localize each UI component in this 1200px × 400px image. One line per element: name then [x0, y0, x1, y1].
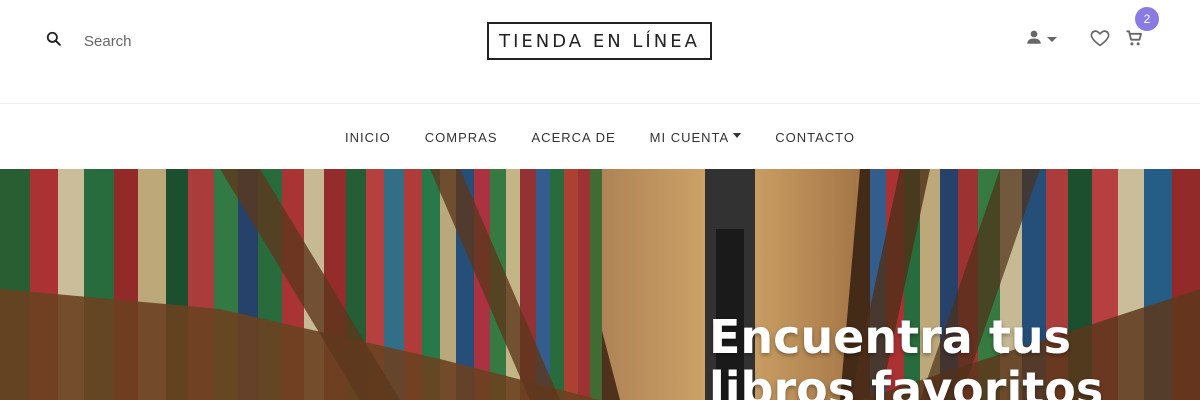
- main-navigation: INICIO COMPRAS ACERCA DE MI CUENTA CONTA…: [0, 103, 1200, 170]
- chevron-down-icon[interactable]: [1047, 31, 1057, 49]
- nav-label[interactable]: CONTACTO: [775, 130, 855, 145]
- nav-label[interactable]: MI CUENTA: [650, 130, 730, 145]
- nav-item-inicio[interactable]: INICIO: [345, 130, 391, 145]
- user-menu[interactable]: [1025, 28, 1057, 51]
- user-icon[interactable]: [1025, 28, 1043, 51]
- nav-label[interactable]: INICIO: [345, 130, 391, 145]
- heart-icon[interactable]: [1089, 27, 1111, 54]
- nav-item-compras[interactable]: COMPRAS: [425, 130, 498, 145]
- caret-down-icon[interactable]: [733, 132, 742, 138]
- cart-count-badge[interactable]: 2: [1135, 7, 1159, 31]
- search-box[interactable]: Search: [44, 28, 132, 54]
- site-logo[interactable]: TIENDA EN LÍNEA: [487, 22, 712, 60]
- search-input[interactable]: Search: [84, 33, 132, 50]
- nav-item-acerca-de[interactable]: ACERCA DE: [532, 130, 616, 145]
- hero-title: Encuentra tus libros favoritos: [709, 310, 1104, 400]
- nav-item-contacto[interactable]: CONTACTO: [775, 130, 855, 145]
- nav-label[interactable]: ACERCA DE: [532, 130, 616, 145]
- hero-banner: Encuentra tus libros favoritos: [0, 169, 1200, 400]
- site-header: Search TIENDA EN LÍNEA 2: [0, 0, 1200, 103]
- nav-label[interactable]: COMPRAS: [425, 130, 498, 145]
- search-icon[interactable]: [44, 29, 64, 54]
- cart-icon[interactable]: [1124, 28, 1144, 53]
- nav-item-mi-cuenta[interactable]: MI CUENTA: [650, 130, 742, 145]
